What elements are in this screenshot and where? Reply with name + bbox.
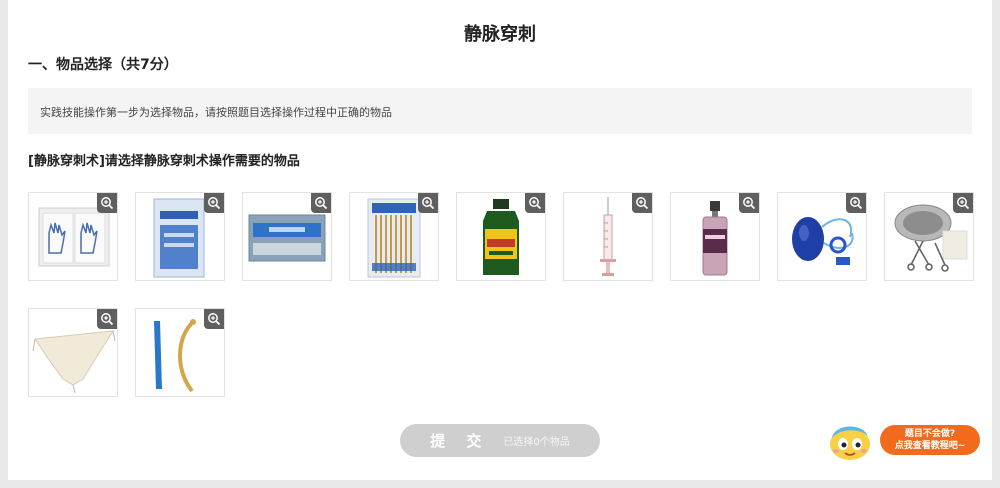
zoom-in-icon [208, 197, 221, 210]
zoom-button[interactable] [953, 193, 973, 213]
item-disinfectant-bottle[interactable] [456, 192, 546, 281]
zoom-button[interactable] [632, 193, 652, 213]
section-heading: 一、物品选择（共7分） [28, 57, 178, 73]
zoom-in-icon [422, 197, 435, 210]
zoom-in-icon [529, 197, 542, 210]
page-title: 静脉穿刺 [464, 24, 536, 45]
zoom-button[interactable] [739, 193, 759, 213]
item-bandage-roll[interactable] [242, 192, 332, 281]
mascot-icon [830, 426, 870, 460]
item-oxygen-bag[interactable] [777, 192, 867, 281]
selected-count: 已选择0个物品 [503, 437, 570, 448]
item-cotton-swabs[interactable] [349, 192, 439, 281]
item-gloves-package[interactable] [28, 192, 118, 281]
item-sterile-pack[interactable] [135, 192, 225, 281]
zoom-button[interactable] [97, 309, 117, 329]
item-catheter-tube[interactable] [135, 308, 225, 397]
item-grid [28, 192, 988, 402]
zoom-button[interactable] [204, 309, 224, 329]
submit-button[interactable]: 提 交 已选择0个物品 [400, 424, 600, 457]
zoom-button[interactable] [97, 193, 117, 213]
zoom-button[interactable] [204, 193, 224, 213]
instruction-text: 实践技能操作第一步为选择物品，请按照题目选择操作过程中正确的物品 [40, 106, 392, 119]
tutorial-helper[interactable]: 题目不会做? 点我查看教程吧~ [822, 418, 982, 462]
zoom-in-icon [743, 197, 756, 210]
instruction-box: 实践技能操作第一步为选择物品，请按照题目选择操作过程中正确的物品 [28, 88, 972, 134]
zoom-in-icon [101, 313, 114, 326]
tutorial-line-1: 题目不会做? [904, 429, 956, 439]
zoom-button[interactable] [311, 193, 331, 213]
zoom-button[interactable] [418, 193, 438, 213]
question-text: [静脉穿刺术]请选择静脉穿刺术操作需要的物品 [28, 154, 300, 169]
zoom-button[interactable] [525, 193, 545, 213]
zoom-in-icon [636, 197, 649, 210]
submit-label: 提 交 [430, 432, 490, 450]
item-spray-bottle[interactable] [670, 192, 760, 281]
tutorial-bubble: 题目不会做? 点我查看教程吧~ [880, 425, 980, 455]
zoom-button[interactable] [846, 193, 866, 213]
zoom-in-icon [315, 197, 328, 210]
item-syringe[interactable] [563, 192, 653, 281]
item-instrument-tray[interactable] [884, 192, 974, 281]
item-cloth[interactable] [28, 308, 118, 397]
page-container: 静脉穿刺 一、物品选择（共7分） 实践技能操作第一步为选择物品，请按照题目选择操… [8, 0, 992, 480]
zoom-in-icon [208, 313, 221, 326]
zoom-in-icon [957, 197, 970, 210]
zoom-in-icon [101, 197, 114, 210]
tutorial-line-2: 点我查看教程吧~ [894, 441, 966, 451]
zoom-in-icon [850, 197, 863, 210]
